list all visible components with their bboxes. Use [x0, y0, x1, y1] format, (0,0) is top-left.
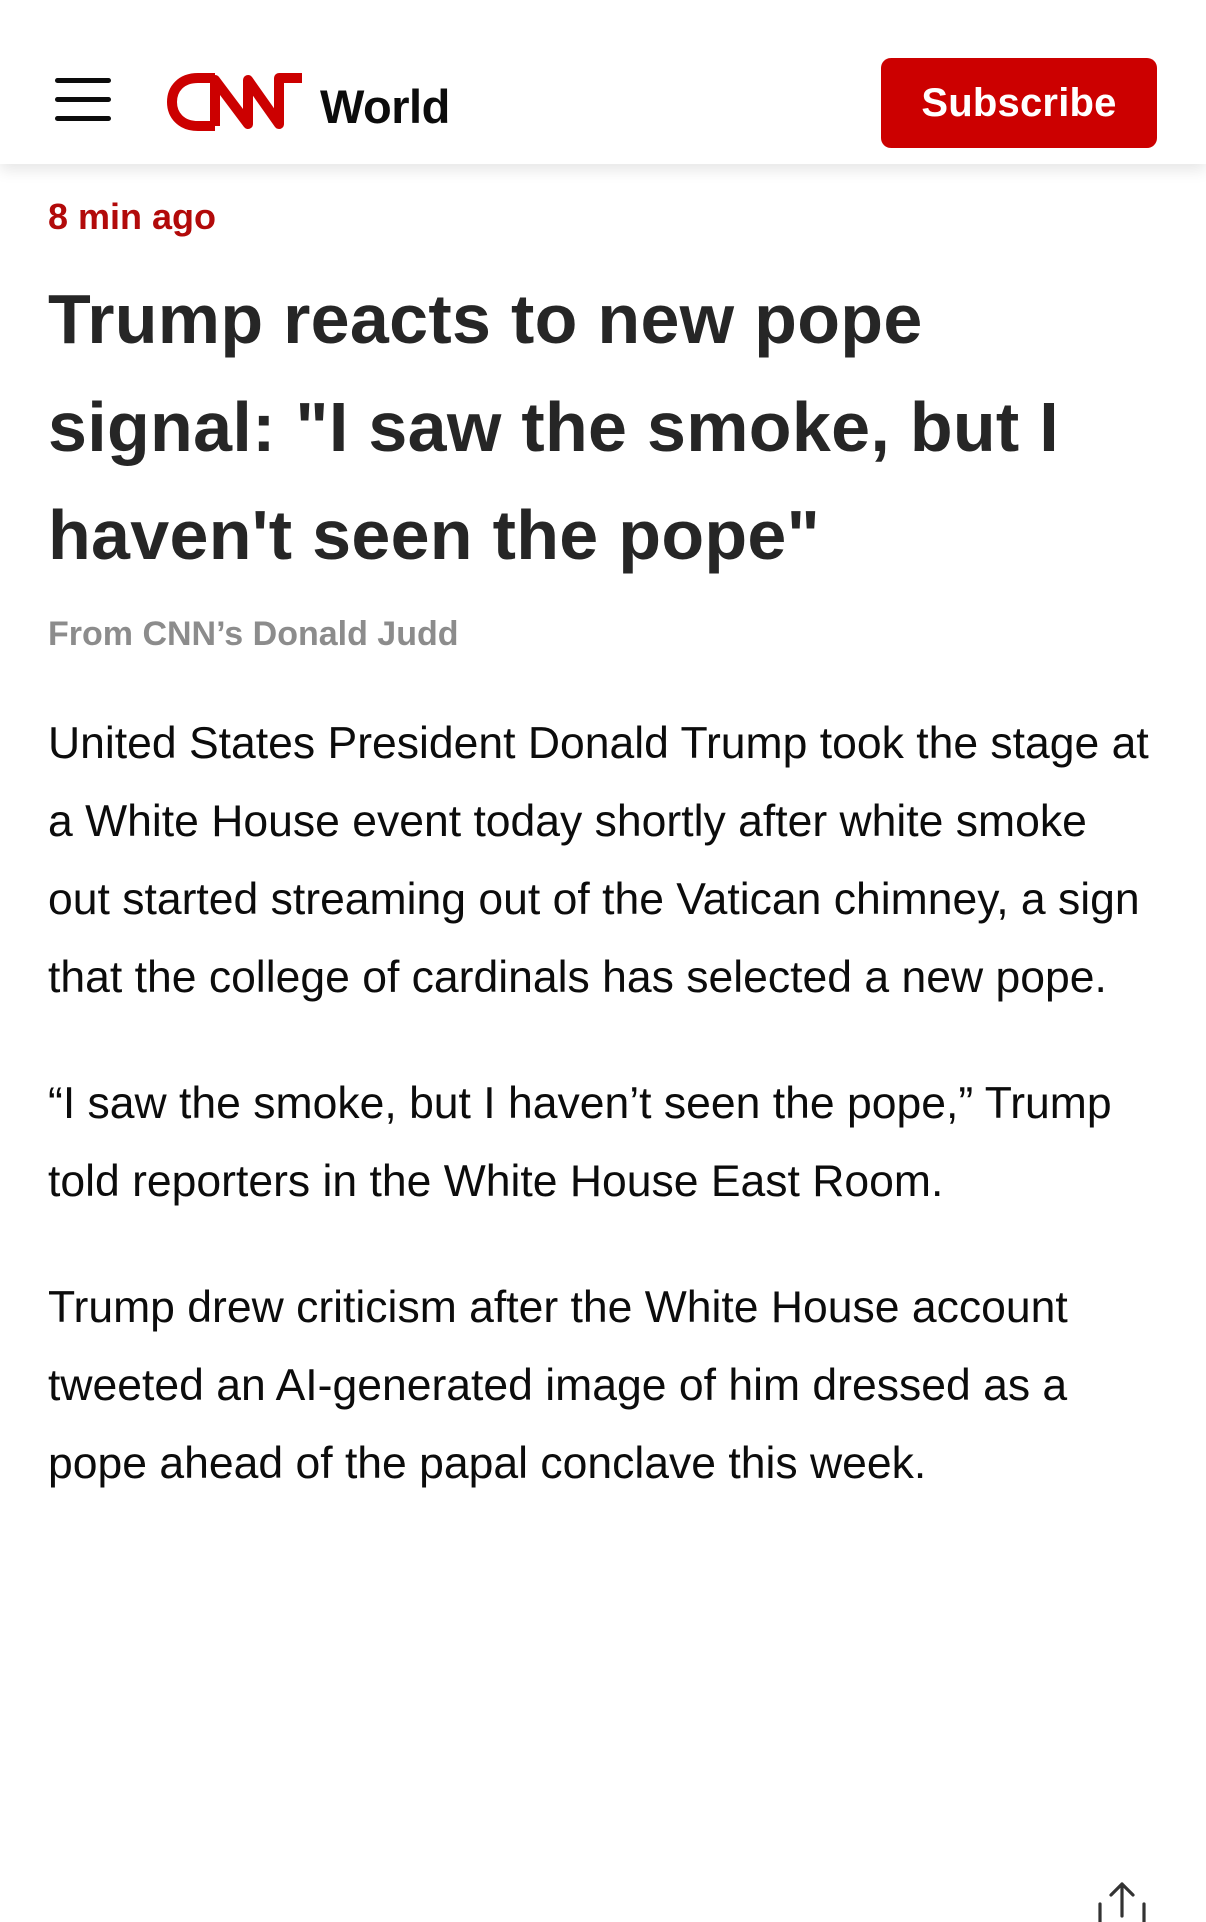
section-name[interactable]: World: [320, 75, 450, 130]
subscribe-button[interactable]: Subscribe: [881, 58, 1157, 148]
article-timestamp: 8 min ago: [48, 196, 217, 237]
article-body: United States President Donald Trump too…: [48, 705, 1158, 1551]
share-icon[interactable]: [1096, 1880, 1148, 1922]
article-paragraph: “I saw the smoke, but I haven’t seen the…: [48, 1079, 1112, 1206]
article-byline: From CNN’s Donald Judd: [48, 615, 459, 653]
cnn-logo-icon: [167, 73, 302, 131]
brand-logo-link[interactable]: World: [166, 62, 450, 142]
article-paragraph: United States President Donald Trump too…: [48, 719, 1149, 1002]
article-paragraph: Trump drew criticism after the White Hou…: [48, 1283, 1068, 1488]
site-header: World Subscribe: [0, 0, 1206, 164]
article-headline: Trump reacts to new pope signal: "I saw …: [48, 280, 1060, 574]
hamburger-menu-icon[interactable]: [55, 78, 111, 122]
